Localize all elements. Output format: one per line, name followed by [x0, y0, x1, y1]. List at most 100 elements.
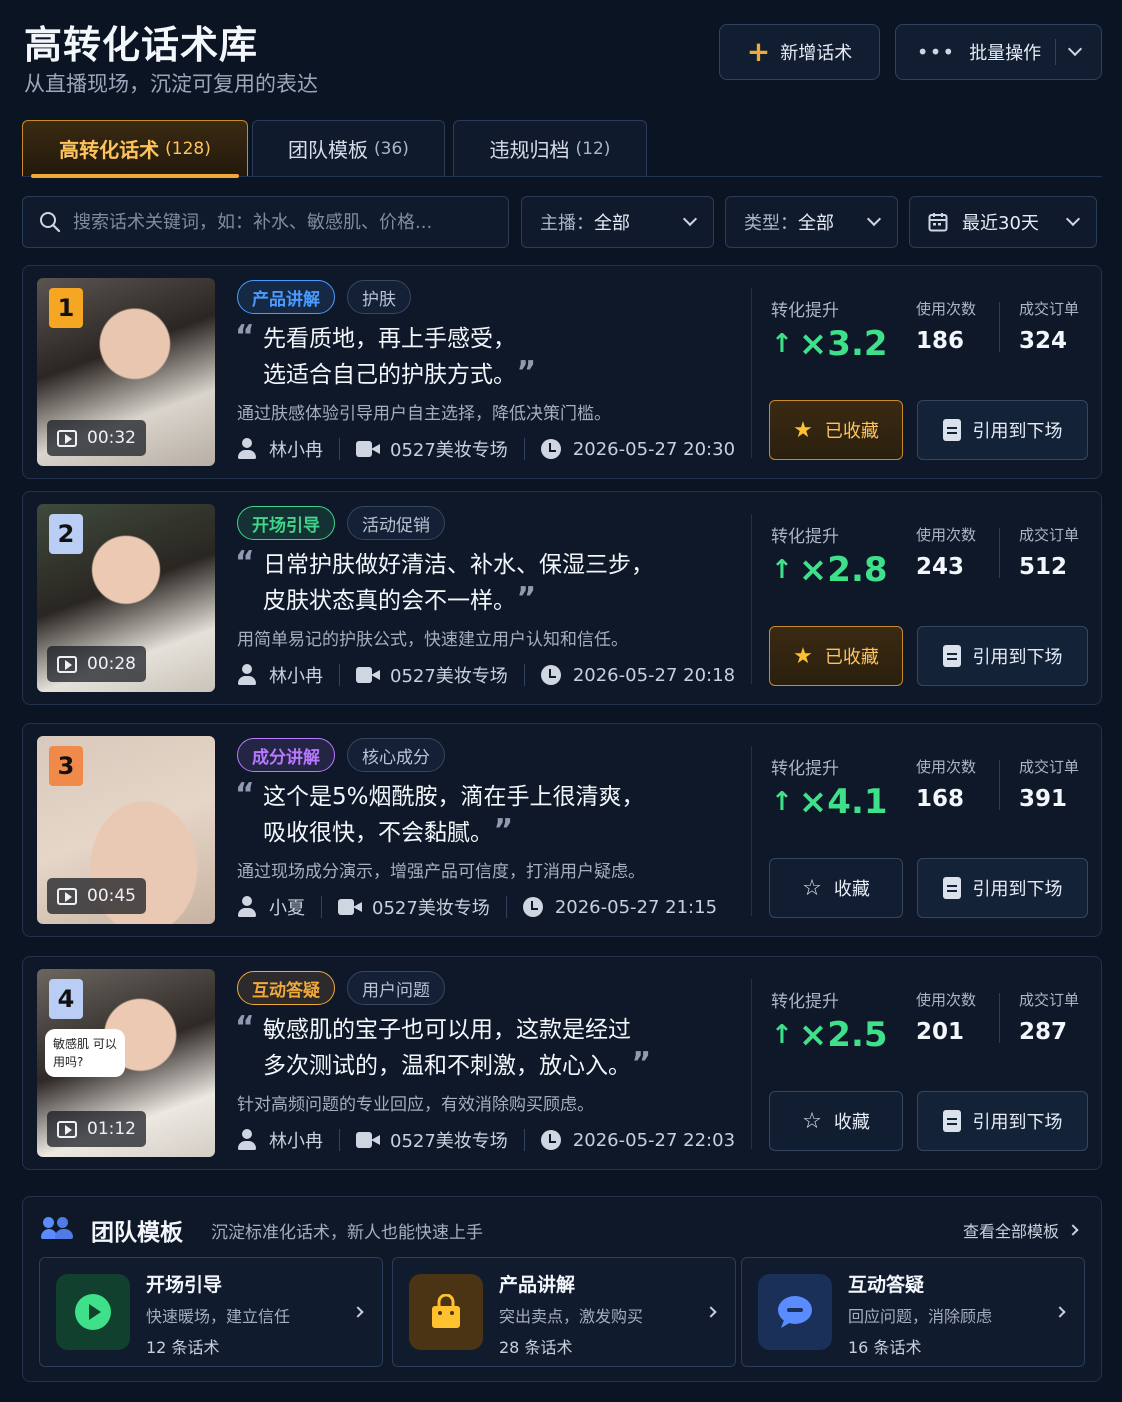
template-card-qa[interactable]: 互动答疑 回应问题，消除顾虑 16 条话术 — [741, 1257, 1085, 1367]
cite-to-next-session-button[interactable]: 引用到下场 — [917, 1091, 1088, 1151]
template-count: 28 条话术 — [499, 1338, 573, 1357]
batch-actions-button[interactable]: ••• 批量操作 — [895, 24, 1102, 80]
orders-value: 512 — [1019, 554, 1068, 580]
clock-icon — [522, 897, 543, 917]
uses-value: 186 — [916, 328, 965, 354]
cite-label: 引用到下场 — [972, 1112, 1063, 1133]
lift-label: 转化提升 — [771, 527, 839, 547]
tab-team-templates[interactable]: 团队模板 (36) — [252, 120, 445, 176]
search-box[interactable] — [22, 196, 509, 248]
quote-close-icon: ” — [493, 813, 514, 848]
video-thumbnail[interactable]: 2 00:28 — [37, 504, 215, 692]
chevron-right-icon — [352, 1306, 364, 1318]
search-icon — [40, 212, 61, 233]
sub-tag[interactable]: 核心成分 — [347, 738, 445, 772]
video-duration: 00:32 — [47, 420, 146, 456]
duration-text: 00:45 — [87, 886, 136, 906]
cite-to-next-session-button[interactable]: 引用到下场 — [917, 626, 1088, 686]
orders-value: 287 — [1019, 1019, 1068, 1045]
chevron-right-icon — [1067, 1224, 1079, 1236]
video-thumbnail[interactable]: 4 敏感肌 可以用吗? 01:12 — [37, 969, 215, 1157]
template-card-product[interactable]: 产品讲解 突出卖点，激发购买 28 条话术 — [392, 1257, 736, 1367]
timestamp: 2026-05-27 21:15 — [554, 896, 718, 918]
timestamp: 2026-05-27 20:18 — [572, 664, 736, 686]
chevron-down-icon[interactable] — [1068, 41, 1083, 57]
duration-text: 01:12 — [87, 1119, 136, 1139]
search-input[interactable] — [73, 211, 493, 233]
template-name: 产品讲解 — [499, 1274, 576, 1296]
video-duration: 00:45 — [47, 878, 146, 914]
uses-value: 168 — [916, 786, 965, 812]
script-quote: “ 敏感肌的宝子也可以用，这款是经过 多次测试的，温和不刺激，放心入。 ” — [235, 1011, 695, 1083]
cite-to-next-session-button[interactable]: 引用到下场 — [917, 400, 1088, 460]
page-subtitle: 从直播现场，沉淀可复用的表达 — [24, 72, 318, 96]
category-tag[interactable]: 成分讲解 — [237, 738, 335, 772]
tab-high-conversion[interactable]: 高转化话术 (128) — [22, 120, 248, 178]
rank-badge: 4 — [49, 979, 83, 1019]
script-meta: 小夏 0527美妆专场 2026-05-27 21:15 — [237, 894, 717, 920]
chevron-down-icon — [682, 211, 698, 227]
template-count: 12 条话术 — [146, 1338, 220, 1357]
category-tag[interactable]: 互动答疑 — [237, 971, 335, 1005]
video-thumbnail[interactable]: 1 00:32 — [37, 278, 215, 466]
tab-label: 违规归档 — [489, 138, 570, 162]
divider — [751, 514, 752, 684]
video-camera-icon — [356, 1132, 380, 1148]
type-label: 类型： — [744, 213, 798, 234]
category-tag[interactable]: 开场引导 — [237, 506, 335, 540]
favorited-button[interactable]: ★ 已收藏 — [769, 400, 903, 460]
uses-label: 使用次数 — [916, 300, 977, 318]
date-range-select[interactable]: 最近30天 — [909, 196, 1097, 248]
document-icon — [942, 877, 961, 899]
uses-value: 243 — [916, 554, 965, 580]
divider — [999, 993, 1000, 1043]
video-duration: 00:28 — [47, 646, 146, 682]
uses-value: 201 — [916, 1019, 965, 1045]
category-tag[interactable]: 产品讲解 — [237, 280, 335, 314]
host-select[interactable]: 主播：全部 — [521, 196, 714, 248]
template-name: 开场引导 — [146, 1274, 223, 1296]
template-card-opening[interactable]: 开场引导 快速暖场，建立信任 12 条话术 — [39, 1257, 383, 1367]
favorite-button[interactable]: ☆ 收藏 — [769, 1091, 903, 1151]
date-range-value: 最近30天 — [962, 213, 1039, 234]
script-meta: 林小冉 0527美妆专场 2026-05-27 22:03 — [237, 1127, 735, 1153]
tab-label: 团队模板 — [288, 138, 369, 162]
duration-text: 00:28 — [87, 654, 136, 674]
lift-value: ×2.5 — [798, 1015, 888, 1055]
type-select[interactable]: 类型：全部 — [725, 196, 898, 248]
divider — [999, 302, 1000, 352]
host-name: 林小冉 — [269, 1131, 323, 1152]
quote-line-1: 敏感肌的宝子也可以用，这款是经过 — [263, 1017, 631, 1043]
sub-tag[interactable]: 用户问题 — [347, 971, 445, 1005]
lift-value: ×2.8 — [798, 550, 888, 590]
timestamp: 2026-05-27 22:03 — [572, 1129, 736, 1151]
favorite-button[interactable]: ☆ 收藏 — [769, 858, 903, 918]
sub-tag[interactable]: 活动促销 — [347, 506, 445, 540]
view-all-templates-link[interactable]: 查看全部模板 — [963, 1218, 1079, 1242]
quote-line-2: 多次测试的，温和不刺激，放心入。 — [263, 1053, 620, 1079]
script-description: 通过现场成分演示，增强产品可信度，打消用户疑虑。 — [237, 862, 645, 882]
chevron-right-icon — [1054, 1306, 1066, 1318]
quote-close-icon: ” — [631, 1046, 652, 1081]
new-script-button[interactable]: + 新增话术 — [719, 24, 880, 80]
uses-label: 使用次数 — [916, 991, 977, 1009]
quote-close-icon: ” — [516, 355, 537, 390]
favorited-button[interactable]: ★ 已收藏 — [769, 626, 903, 686]
quote-line-1: 这个是5%烟酰胺，滴在手上很清爽， — [263, 784, 645, 810]
quote-line-2: 选适合自己的护肤方式。 — [263, 362, 505, 388]
tab-violation-archive[interactable]: 违规归档 (12) — [453, 120, 647, 176]
script-quote: “ 日常护肤做好清洁、补水、保湿三步， 皮肤状态真的会不一样。 ” — [235, 545, 695, 618]
sub-tag[interactable]: 护肤 — [347, 280, 411, 314]
arrow-up-icon: ↑ — [771, 1020, 793, 1050]
video-thumbnail[interactable]: 3 00:45 — [37, 736, 215, 924]
quote-line-2: 吸收很快，不会黏腻。 — [263, 820, 482, 846]
star-icon: ☆ — [802, 1108, 822, 1134]
arrow-up-icon: ↑ — [771, 555, 793, 585]
play-icon — [57, 887, 77, 905]
cite-to-next-session-button[interactable]: 引用到下场 — [917, 858, 1088, 918]
timestamp: 2026-05-27 20:30 — [572, 438, 736, 460]
template-count: 16 条话术 — [848, 1338, 922, 1357]
script-description: 针对高频问题的专业回应，有效消除购买顾虑。 — [237, 1095, 594, 1115]
divider — [523, 1129, 525, 1151]
quote-open-icon: “ — [235, 545, 255, 580]
